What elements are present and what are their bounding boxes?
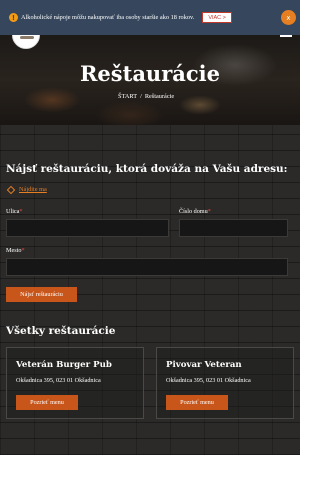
breadcrumb-home-link[interactable]: ŠTART <box>118 93 137 100</box>
required-mark: * <box>21 247 25 254</box>
breadcrumb-current: Reštaurácie <box>144 93 175 100</box>
restaurant-address: Okšadnica 395, 023 01 Okšadnica <box>166 377 251 384</box>
page-footer <box>0 455 300 480</box>
required-mark: * <box>19 208 23 215</box>
required-mark: * <box>207 208 211 215</box>
all-restaurants-heading: Všetky reštaurácie <box>6 325 116 337</box>
breadcrumb: ŠTART / Reštaurácie <box>118 93 174 100</box>
more-info-button[interactable]: VIAC > <box>202 12 232 23</box>
house-number-input[interactable] <box>179 219 288 237</box>
house-number-label-text: Číslo domu <box>179 208 208 215</box>
breadcrumb-separator: / <box>140 93 142 100</box>
locate-me-link[interactable]: Nájdite ma <box>6 185 47 194</box>
search-heading: Nájsť reštauráciu, ktorá dováža na Vašu … <box>6 163 288 175</box>
restaurant-name: Veterán Burger Pub <box>16 360 112 370</box>
view-menu-button[interactable]: Pozrieť menu <box>16 395 78 410</box>
location-icon <box>6 185 16 194</box>
city-input[interactable] <box>6 258 288 276</box>
house-number-label: Číslo domu* <box>179 208 211 215</box>
age-alert-message: Alkoholické nápoje môžu nakupovať iba os… <box>21 14 195 21</box>
restaurant-card: Veterán Burger Pub Okšadnica 395, 023 01… <box>6 347 144 419</box>
city-label: Mesto* <box>6 247 25 254</box>
find-restaurant-button[interactable]: Nájsť reštauráciu <box>6 287 77 302</box>
street-label-text: Ulica <box>6 208 20 215</box>
restaurant-address: Okšadnica 395, 023 01 Okšadnica <box>16 377 101 384</box>
street-label: Ulica* <box>6 208 23 215</box>
street-input[interactable] <box>6 219 169 237</box>
age-alert-bar: ! Alkoholické nápoje môžu nakupovať iba … <box>0 0 300 35</box>
close-icon[interactable]: x <box>281 10 296 25</box>
main-content: Nájsť reštauráciu, ktorá dováža na Vašu … <box>0 125 300 455</box>
menu-icon[interactable]: ≡ <box>280 35 292 37</box>
restaurant-card: Pivovar Veteran Okšadnica 395, 023 01 Ok… <box>156 347 294 419</box>
warning-icon: ! <box>9 13 18 22</box>
city-label-text: Mesto <box>6 247 22 254</box>
restaurant-name: Pivovar Veteran <box>166 360 242 370</box>
page-title: Reštaurácie <box>79 61 220 86</box>
view-menu-button[interactable]: Pozrieť menu <box>166 395 228 410</box>
hero-banner: ≡ Reštaurácie ŠTART/Reštaurácie <box>0 35 300 125</box>
locate-me-label: Nájdite ma <box>19 186 47 193</box>
